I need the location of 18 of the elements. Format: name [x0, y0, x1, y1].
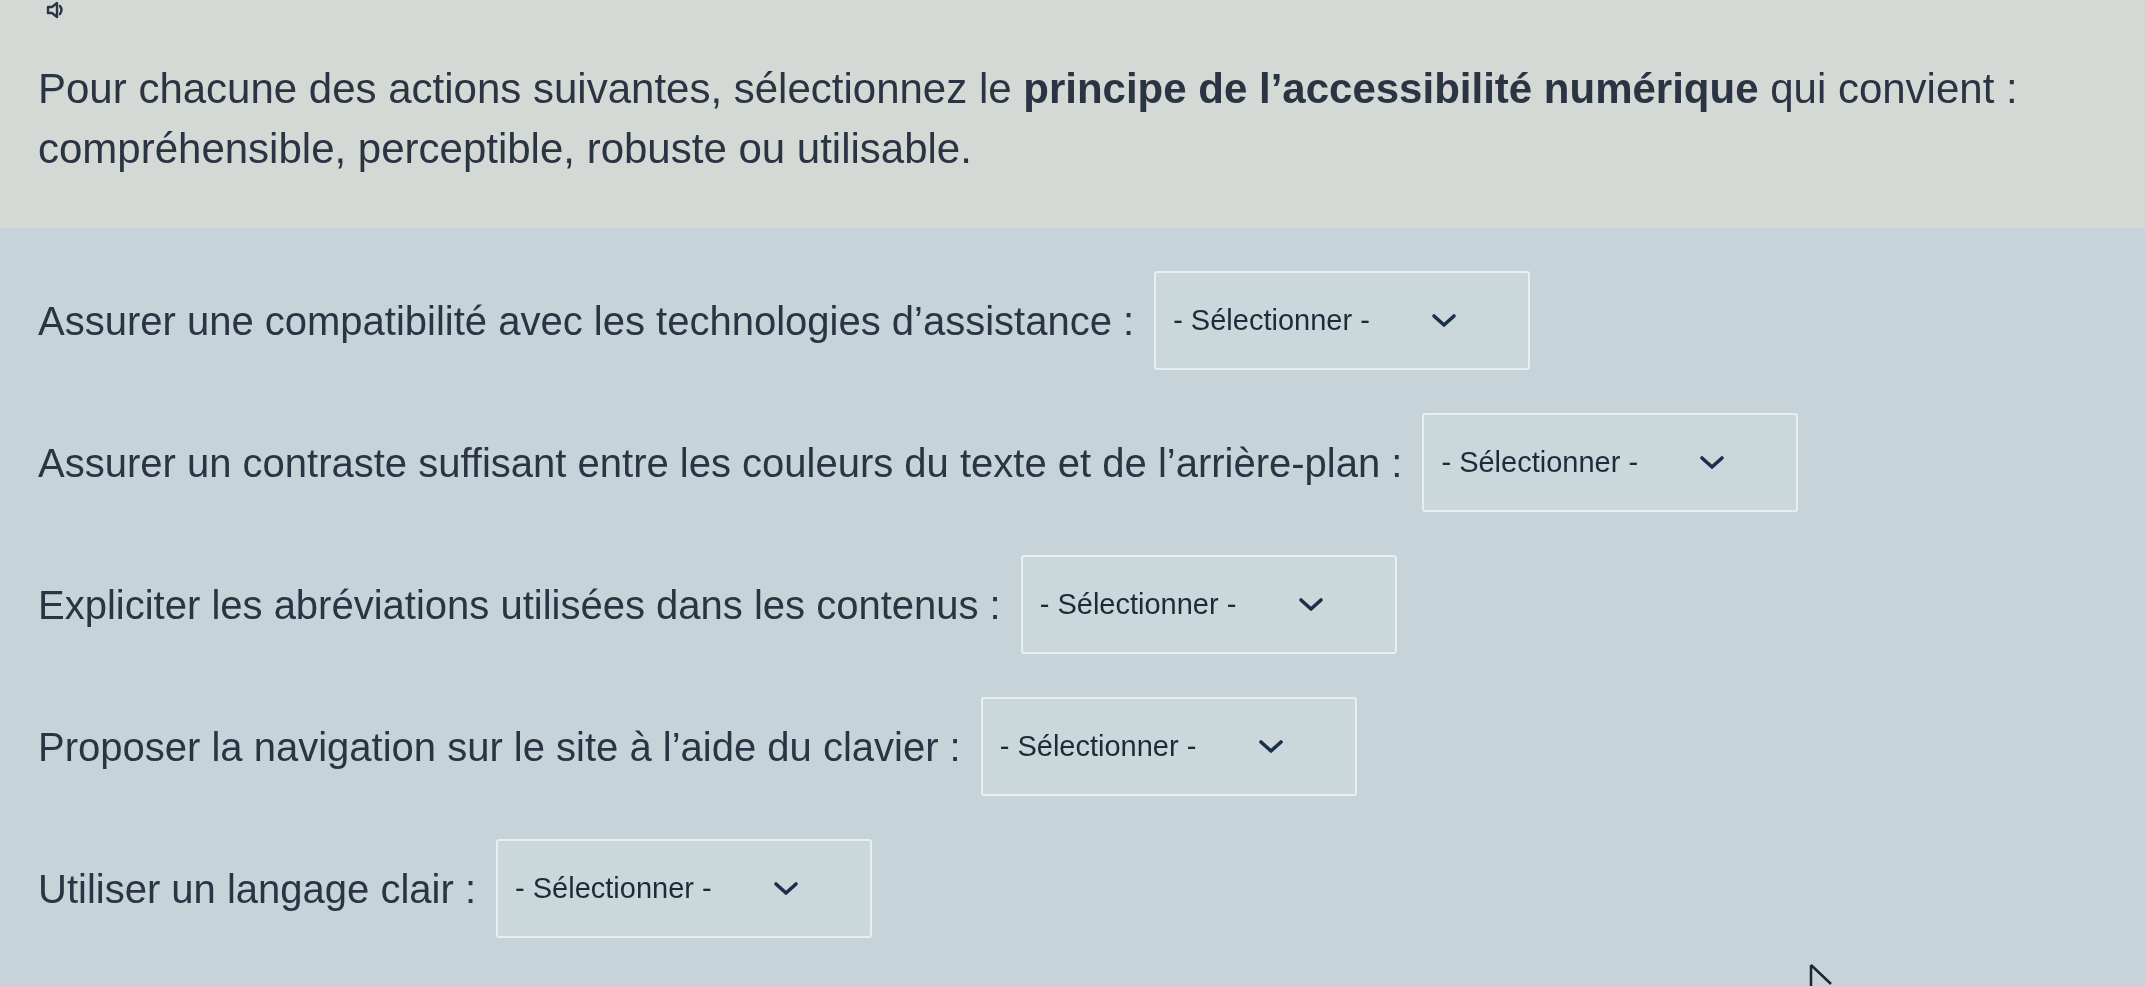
chevron-down-icon — [1699, 455, 1726, 470]
chevron-down-icon — [1431, 313, 1458, 328]
action-label: Assurer un contraste suffisant entre les couleurs du texte et de l’arrière-plan : — [38, 439, 1403, 487]
chevron-down-icon — [1257, 739, 1284, 754]
principle-dropdown[interactable]: - Sélectionner - — [496, 839, 872, 938]
chevron-down-icon — [773, 881, 799, 896]
chevron-down-icon — [1297, 597, 1324, 612]
principle-dropdown[interactable]: - Sélectionner - — [1154, 271, 1531, 370]
action-label: Expliciter les abréviations utilisées dans les contenus : — [38, 581, 1001, 629]
action-label: Proposer la navigation sur le site à l’aide du clavier : — [38, 723, 961, 771]
principle-dropdown[interactable]: - Sélectionner - — [1422, 413, 1799, 512]
speaker-icon[interactable] — [46, 1, 66, 19]
principle-dropdown[interactable]: - Sélectionner - — [980, 697, 1357, 796]
instructions-text: Pour chacune des actions suivantes, sélectionnez le principe de l’accessibilité numérique qui convient : compréhensible, perceptible, robuste ou utilisable. — [38, 64, 2019, 174]
mouse-cursor-icon — [1809, 964, 1833, 986]
action-label: Utiliser un langage clair : — [38, 865, 476, 913]
action-label: Assurer une compatibilité avec les technologies d’assistance : — [38, 297, 1135, 345]
principle-dropdown[interactable]: - Sélectionner - — [1020, 555, 1397, 654]
